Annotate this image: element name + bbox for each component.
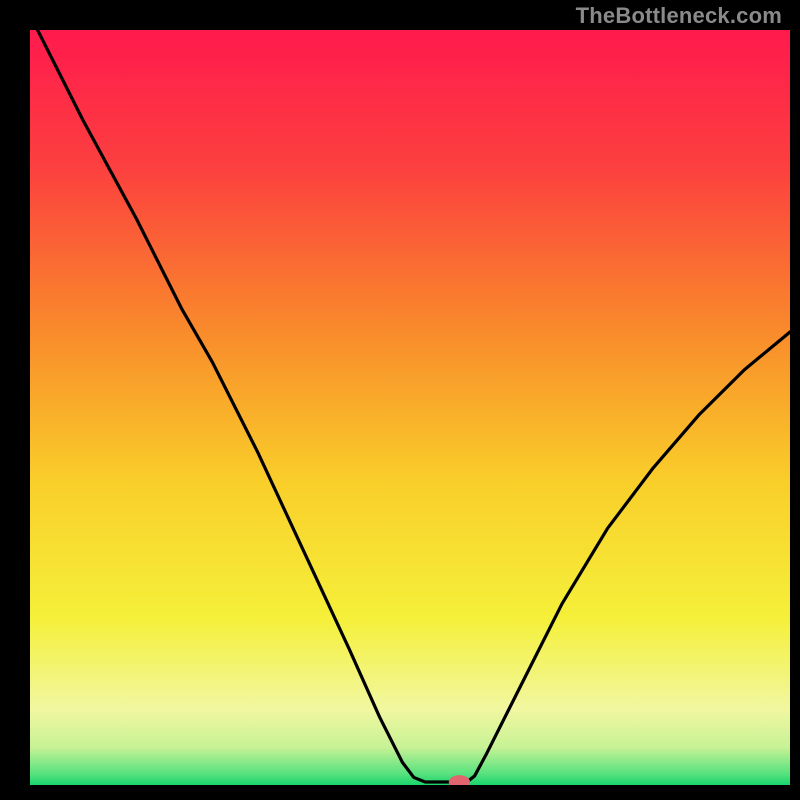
optimal-marker xyxy=(449,775,470,789)
gradient-background xyxy=(30,30,790,785)
watermark-label: TheBottleneck.com xyxy=(576,3,782,29)
chart-stage: TheBottleneck.com xyxy=(0,0,800,800)
bottleneck-chart-svg xyxy=(0,0,800,800)
